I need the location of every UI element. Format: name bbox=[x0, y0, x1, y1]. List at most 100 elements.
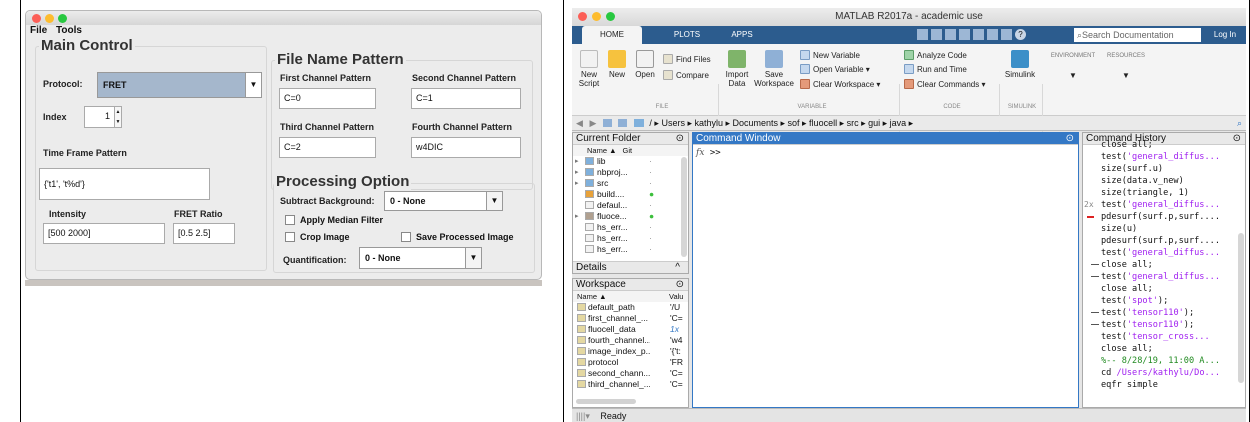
tab-home[interactable]: HOME bbox=[582, 26, 642, 44]
help-icon[interactable]: ? bbox=[1015, 29, 1026, 40]
protocol-select[interactable]: FRET ▼ bbox=[97, 72, 262, 98]
minimize-window-button[interactable] bbox=[45, 14, 54, 23]
history-entry[interactable]: %-- 8/28/19, 11:00 A... bbox=[1083, 355, 1245, 367]
pane-menu-icon[interactable]: ⊙ bbox=[676, 279, 684, 291]
analyze-code-button[interactable]: Analyze Code bbox=[904, 50, 967, 60]
history-entry[interactable]: size(triangle, 1) bbox=[1083, 187, 1245, 199]
back-arrow-icon[interactable]: ◀ bbox=[576, 118, 583, 128]
current-path[interactable]: / ▸ Users ▸ kathylu ▸ Documents ▸ sof ▸ … bbox=[649, 118, 913, 128]
resources-section[interactable]: RESOURCES ▼ bbox=[1102, 52, 1150, 80]
index-spinner[interactable]: 1 bbox=[84, 106, 114, 128]
environment-section[interactable]: ENVIRONMENT ▼ bbox=[1046, 52, 1100, 80]
minimize-window-button[interactable] bbox=[592, 12, 601, 21]
path-search-icon[interactable]: ⌕ bbox=[1237, 116, 1242, 131]
workspace-variable[interactable]: image_index_p... '{'t: bbox=[573, 346, 688, 357]
close-window-button[interactable] bbox=[32, 14, 41, 23]
open-variable-button[interactable]: Open Variable ▾ bbox=[800, 64, 870, 74]
folder-item[interactable]: ▸ nbproj... · bbox=[573, 167, 688, 178]
history-entry[interactable]: 2x test('general_diffus... bbox=[1083, 199, 1245, 211]
col-name[interactable]: Name ▲ bbox=[587, 146, 617, 155]
history-entry[interactable]: close all; bbox=[1083, 139, 1245, 151]
fourth-channel-field[interactable]: w4DIC bbox=[411, 137, 521, 158]
save-icon[interactable] bbox=[917, 29, 928, 40]
maximize-window-button[interactable] bbox=[58, 14, 67, 23]
browse-folder-icon[interactable] bbox=[618, 119, 628, 127]
switch-windows-icon[interactable] bbox=[1001, 29, 1012, 40]
workspace-variable[interactable]: third_channel_... 'C= bbox=[573, 379, 688, 390]
workspace-variable[interactable]: first_channel_... 'C= bbox=[573, 313, 688, 324]
history-entry[interactable]: pdesurf(surf.p,surf.... bbox=[1083, 235, 1245, 247]
maximize-window-button[interactable] bbox=[606, 12, 615, 21]
workspace-variable[interactable]: fluocell_data 1x bbox=[573, 324, 688, 335]
history-entry[interactable]: size(surf.u) bbox=[1083, 163, 1245, 175]
expand-arrow-icon[interactable]: ▸ bbox=[575, 178, 579, 189]
crop-image-checkbox[interactable]: Crop Image bbox=[285, 232, 350, 242]
history-entry[interactable]: size(data.v_new) bbox=[1083, 175, 1245, 187]
second-channel-field[interactable]: C=1 bbox=[411, 88, 521, 109]
ws-col-name[interactable]: Name ▲ bbox=[577, 291, 639, 302]
history-entry[interactable]: test('tensor110'); bbox=[1083, 319, 1245, 331]
copy-icon[interactable] bbox=[945, 29, 956, 40]
fx-icon[interactable]: fx bbox=[696, 148, 704, 158]
folder-item[interactable]: ▸ src · bbox=[573, 178, 688, 189]
up-folder-icon[interactable] bbox=[602, 119, 612, 127]
folder-item[interactable]: ▸ fluoce... ● bbox=[573, 211, 688, 222]
forward-arrow-icon[interactable]: ▶ bbox=[589, 118, 596, 128]
fret-ratio-field[interactable]: [0.5 2.5] bbox=[173, 223, 235, 244]
workspace-variable[interactable]: protocol 'FR bbox=[573, 357, 688, 368]
folder-scrollbar[interactable] bbox=[681, 157, 687, 257]
ws-col-value[interactable]: Valu bbox=[669, 291, 683, 302]
history-entry[interactable]: close all; bbox=[1083, 259, 1245, 271]
folder-item[interactable]: build.... ● bbox=[573, 189, 688, 200]
clear-workspace-button[interactable]: Clear Workspace ▾ bbox=[800, 79, 880, 89]
history-entry[interactable]: test('tensor110'); bbox=[1083, 307, 1245, 319]
median-filter-checkbox[interactable]: Apply Median Filter bbox=[285, 215, 383, 225]
tab-plots[interactable]: PLOTS bbox=[662, 26, 712, 44]
quantification-select[interactable]: 0 - None ▼ bbox=[359, 247, 482, 269]
subtract-background-select[interactable]: 0 - None ▼ bbox=[384, 191, 503, 211]
history-entry[interactable]: test('general_diffus... bbox=[1083, 271, 1245, 283]
new-variable-button[interactable]: New Variable bbox=[800, 50, 860, 60]
third-channel-field[interactable]: C=2 bbox=[279, 137, 376, 158]
expand-arrow-icon[interactable]: ▸ bbox=[575, 211, 579, 222]
intensity-field[interactable]: [500 2000] bbox=[43, 223, 165, 244]
open-button[interactable]: Open bbox=[632, 50, 658, 79]
col-git[interactable]: Git bbox=[623, 146, 633, 155]
workspace-variable[interactable]: fourth_channel... 'w4 bbox=[573, 335, 688, 346]
find-files-button[interactable]: Find Files bbox=[663, 54, 711, 64]
first-channel-field[interactable]: C=0 bbox=[279, 88, 376, 109]
save-workspace-button[interactable]: Save Workspace bbox=[754, 50, 794, 88]
folder-item[interactable]: hs_err... · bbox=[573, 222, 688, 233]
history-entry[interactable]: close all; bbox=[1083, 343, 1245, 355]
history-entry[interactable]: test('tensor_cross... bbox=[1083, 331, 1245, 343]
cut-icon[interactable] bbox=[931, 29, 942, 40]
menu-tools[interactable]: Tools bbox=[56, 25, 82, 36]
save-processed-checkbox[interactable]: Save Processed Image bbox=[401, 232, 514, 242]
history-entry[interactable]: pdesurf(surf.p,surf.... bbox=[1083, 211, 1245, 223]
new-script-button[interactable]: New Script bbox=[576, 50, 602, 88]
details-panel[interactable]: Details ^ bbox=[573, 261, 688, 273]
command-window-pane[interactable]: Command Window ⊙ fx >> bbox=[692, 132, 1079, 408]
history-entry[interactable]: close all; bbox=[1083, 283, 1245, 295]
history-entry[interactable]: test('general_diffus... bbox=[1083, 151, 1245, 163]
expand-arrow-icon[interactable]: ▸ bbox=[575, 156, 579, 167]
redo-icon[interactable] bbox=[987, 29, 998, 40]
folder-item[interactable]: ▸ lib · bbox=[573, 156, 688, 167]
pane-menu-icon[interactable]: ⊙ bbox=[676, 133, 684, 145]
history-entry[interactable]: test('spot'); bbox=[1083, 295, 1245, 307]
expand-arrow-icon[interactable]: ▸ bbox=[575, 167, 579, 178]
status-grip-icon[interactable]: ||||▾ bbox=[576, 411, 590, 421]
run-and-time-button[interactable]: Run and Time bbox=[904, 64, 967, 74]
clear-commands-button[interactable]: Clear Commands ▾ bbox=[904, 79, 985, 89]
spinner-arrows-icon[interactable]: ▲ ▼ bbox=[114, 106, 122, 128]
history-entry[interactable]: size(u) bbox=[1083, 223, 1245, 235]
workspace-variable[interactable]: second_chann... 'C= bbox=[573, 368, 688, 379]
paste-icon[interactable] bbox=[959, 29, 970, 40]
time-frame-field[interactable]: {'t1', 't%d'} bbox=[39, 168, 210, 200]
history-scrollbar[interactable] bbox=[1238, 233, 1244, 383]
command-line[interactable]: fx >> bbox=[693, 145, 1078, 158]
pane-menu-icon[interactable]: ⊙ bbox=[1066, 133, 1074, 145]
menu-file[interactable]: File bbox=[30, 25, 47, 36]
folder-item[interactable]: hs_err... · bbox=[573, 233, 688, 244]
new-button[interactable]: New bbox=[605, 50, 629, 79]
